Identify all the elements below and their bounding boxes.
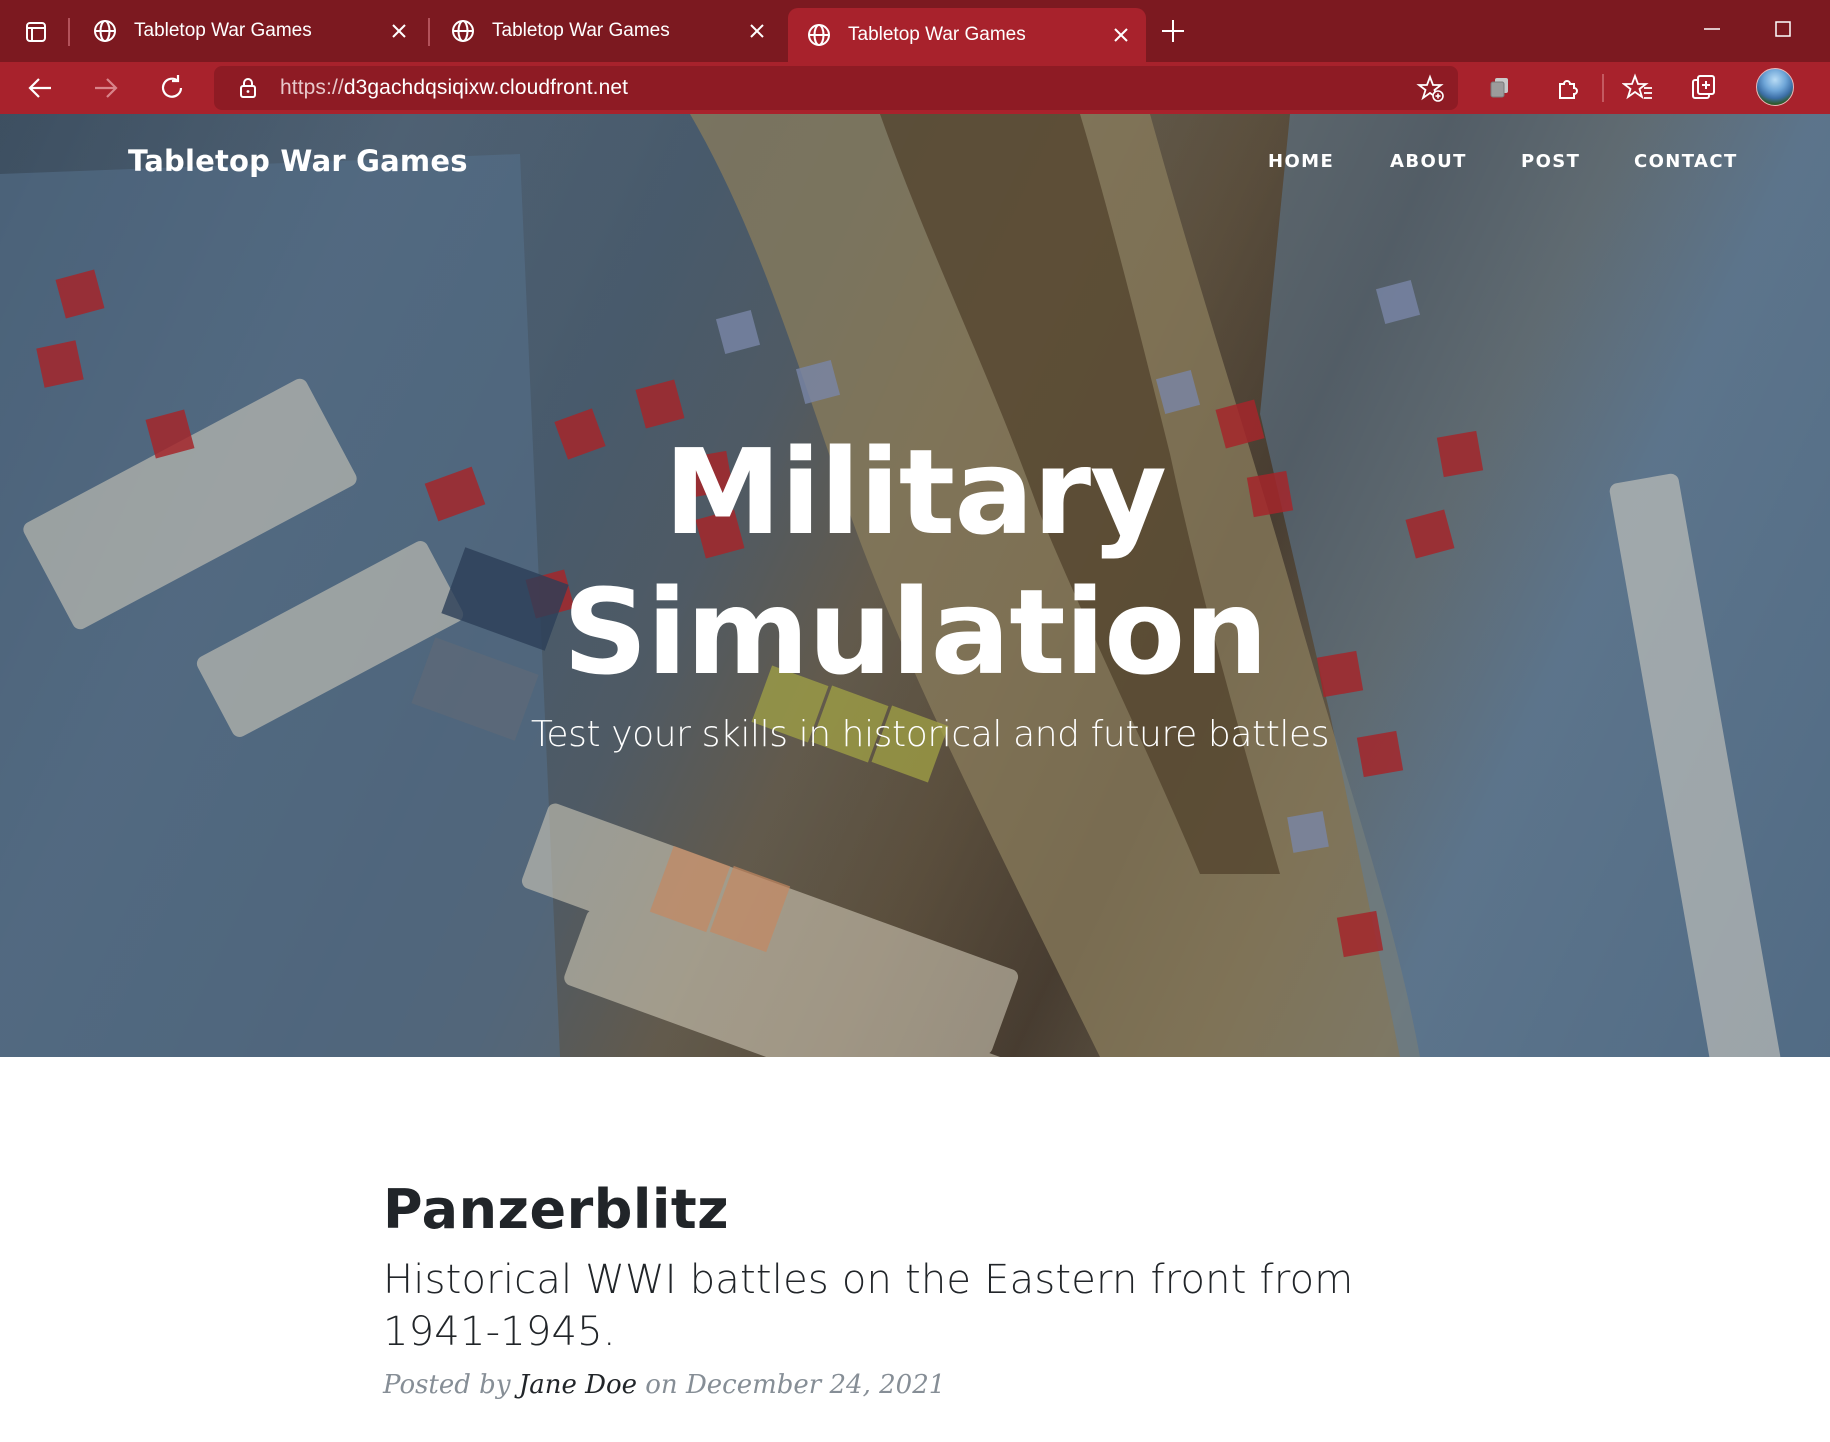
lock-icon[interactable] (236, 76, 260, 100)
posted-by-label: Posted by (383, 1370, 511, 1400)
tab-title: Tabletop War Games (492, 20, 670, 41)
tab-separator (68, 18, 70, 46)
toolbar-separator (1602, 74, 1604, 102)
hero-subtitle: Test your skills in historical and futur… (530, 714, 1330, 755)
post-preview[interactable]: Panzerblitz Historical WWI battles on th… (383, 1178, 1413, 1400)
browser-tab-bar: Tabletop War Games Tabletop War Games Ta… (0, 0, 1830, 62)
maximize-icon[interactable] (1768, 14, 1798, 44)
post-meta: Posted by Jane Doe on December 24, 2021 (383, 1370, 1413, 1400)
collections-icon[interactable] (1484, 72, 1516, 104)
globe-icon (806, 22, 832, 48)
back-arrow-icon[interactable] (24, 72, 56, 104)
url-protocol: https:// (280, 76, 344, 99)
post-subtitle[interactable]: Historical WWI battles on the Eastern fr… (383, 1254, 1413, 1358)
profile-avatar[interactable] (1756, 68, 1794, 106)
extensions-icon[interactable] (1552, 72, 1584, 104)
url-host: d3gachdqsiqixw.cloudfront.net (343, 76, 629, 99)
tab-3-active[interactable]: Tabletop War Games (788, 8, 1146, 62)
nav-contact[interactable]: CONTACT (1634, 151, 1738, 172)
address-bar[interactable]: https://d3gachdqsiqixw.cloudfront.net (214, 66, 1458, 110)
tab-title: Tabletop War Games (848, 24, 1026, 45)
nav-home[interactable]: HOME (1268, 151, 1334, 172)
tab-2[interactable]: Tabletop War Games (432, 6, 782, 56)
site-brand[interactable]: Tabletop War Games (128, 144, 468, 178)
browser-toolbar: https://d3gachdqsiqixw.cloudfront.net (0, 62, 1830, 114)
hero-title: Military Simulation (0, 422, 1830, 702)
tab-separator (428, 18, 430, 46)
tab-1[interactable]: Tabletop War Games (74, 6, 424, 56)
hero-title-line-2: Simulation (562, 563, 1268, 701)
on-label: on (645, 1370, 678, 1400)
globe-icon (450, 18, 476, 44)
post-title[interactable]: Panzerblitz (383, 1178, 1413, 1242)
favorites-icon[interactable] (1621, 72, 1654, 104)
tab-actions-icon[interactable] (18, 18, 54, 46)
refresh-icon[interactable] (156, 72, 188, 104)
add-favorite-icon[interactable] (1416, 74, 1446, 104)
close-icon[interactable] (1110, 24, 1132, 46)
browser-essentials-icon[interactable] (1688, 72, 1720, 104)
forward-arrow-icon[interactable] (90, 72, 122, 104)
plus-icon[interactable] (1158, 16, 1188, 46)
nav-post[interactable]: POST (1521, 151, 1580, 172)
post-date: December 24, 2021 (685, 1370, 946, 1400)
close-icon[interactable] (388, 20, 410, 42)
hero-section: Tabletop War Games HOME ABOUT POST CONTA… (0, 114, 1830, 1057)
tab-title: Tabletop War Games (134, 20, 312, 41)
hero-title-line-1: Military (664, 423, 1167, 561)
url-text[interactable]: https://d3gachdqsiqixw.cloudfront.net (280, 76, 628, 100)
globe-icon (92, 18, 118, 44)
minimize-icon[interactable] (1698, 14, 1728, 44)
nav-about[interactable]: ABOUT (1390, 151, 1467, 172)
close-icon[interactable] (746, 20, 768, 42)
post-author-link[interactable]: Jane Doe (519, 1370, 637, 1400)
